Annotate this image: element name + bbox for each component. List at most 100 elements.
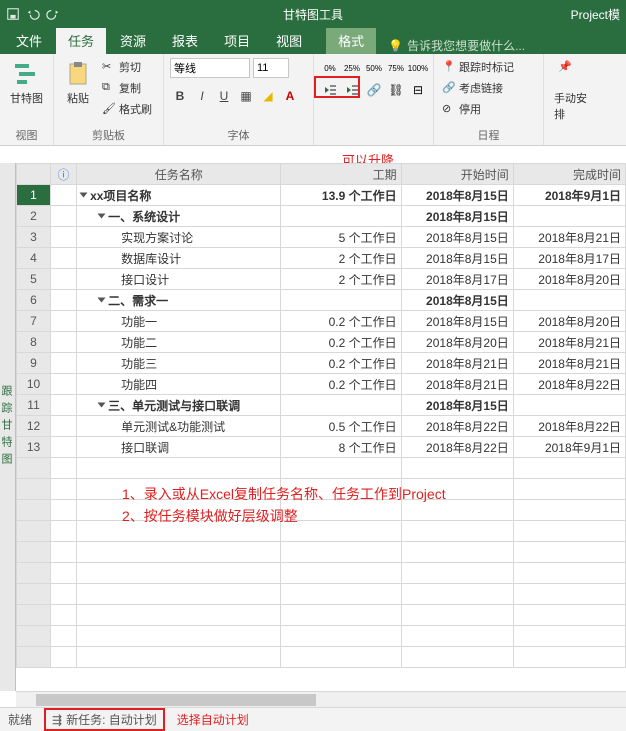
duration-cell[interactable]: 0.2 个工作日 — [281, 374, 401, 395]
col-start[interactable]: 开始时间 — [401, 164, 513, 185]
manual-schedule-button[interactable]: 📌 手动安排 — [550, 58, 594, 124]
row-number[interactable]: 11 — [17, 395, 51, 416]
gantt-chart-button[interactable]: 甘特图 — [6, 58, 47, 108]
tab-resource[interactable]: 资源 — [108, 27, 158, 54]
tell-me[interactable]: 💡 告诉我您想要做什么... — [378, 37, 535, 54]
copy-button[interactable]: ⧉复制 — [100, 79, 154, 97]
row-number[interactable]: 12 — [17, 416, 51, 437]
row-number[interactable]: 13 — [17, 437, 51, 458]
respect-links-button[interactable]: 🔗考虑链接 — [440, 79, 505, 97]
info-cell[interactable] — [51, 290, 77, 311]
task-name-cell[interactable]: 三、单元测试与接口联调 — [77, 395, 281, 416]
table-row[interactable]: 9功能三0.2 个工作日2018年8月21日2018年8月21日 — [17, 353, 626, 374]
row-number[interactable]: 5 — [17, 269, 51, 290]
info-cell[interactable] — [51, 353, 77, 374]
horizontal-scrollbar[interactable] — [16, 691, 626, 707]
italic-button[interactable]: I — [192, 86, 212, 106]
mark-on-track-button[interactable]: 📍跟踪时标记 — [440, 58, 516, 76]
undo-icon[interactable] — [26, 7, 40, 21]
start-cell[interactable]: 2018年8月20日 — [401, 332, 513, 353]
new-task-mode-button[interactable]: ⇶ 新任务: 自动计划 — [44, 708, 165, 731]
table-row[interactable]: 12单元测试&功能测试0.5 个工作日2018年8月22日2018年8月22日 — [17, 416, 626, 437]
start-cell[interactable]: 2018年8月21日 — [401, 353, 513, 374]
task-name-cell[interactable]: xx项目名称 — [77, 185, 281, 206]
table-row[interactable]: 2一、系统设计2018年8月15日 — [17, 206, 626, 227]
info-cell[interactable] — [51, 437, 77, 458]
row-number[interactable]: 7 — [17, 311, 51, 332]
start-cell[interactable]: 2018年8月22日 — [401, 416, 513, 437]
tab-format[interactable]: 格式 — [326, 27, 376, 54]
finish-cell[interactable]: 2018年8月17日 — [513, 248, 625, 269]
finish-cell[interactable]: 2018年8月22日 — [513, 416, 625, 437]
task-name-cell[interactable]: 数据库设计 — [77, 248, 281, 269]
start-cell[interactable]: 2018年8月15日 — [401, 395, 513, 416]
pct-0-button[interactable]: 0% — [320, 58, 340, 78]
task-name-cell[interactable]: 功能二 — [77, 332, 281, 353]
table-row[interactable]: 8功能二0.2 个工作日2018年8月20日2018年8月21日 — [17, 332, 626, 353]
format-painter-button[interactable]: 🖌格式刷 — [100, 100, 154, 118]
duration-cell[interactable] — [281, 395, 401, 416]
table-row[interactable] — [17, 605, 626, 626]
info-cell[interactable] — [51, 227, 77, 248]
row-number[interactable]: 6 — [17, 290, 51, 311]
start-cell[interactable]: 2018年8月21日 — [401, 374, 513, 395]
task-name-cell[interactable]: 接口设计 — [77, 269, 281, 290]
font-name-select[interactable] — [170, 58, 250, 78]
start-cell[interactable]: 2018年8月15日 — [401, 290, 513, 311]
link-button[interactable]: 🔗 — [364, 80, 384, 100]
duration-cell[interactable]: 2 个工作日 — [281, 269, 401, 290]
finish-cell[interactable] — [513, 206, 625, 227]
table-row[interactable] — [17, 584, 626, 605]
deactivate-button[interactable]: ⊘停用 — [440, 100, 483, 118]
info-cell[interactable] — [51, 248, 77, 269]
save-icon[interactable] — [6, 7, 20, 21]
duration-cell[interactable]: 8 个工作日 — [281, 437, 401, 458]
task-name-cell[interactable]: 二、需求一 — [77, 290, 281, 311]
col-duration[interactable]: 工期 — [281, 164, 401, 185]
task-name-cell[interactable]: 实现方案讨论 — [77, 227, 281, 248]
table-row[interactable]: 13接口联调8 个工作日2018年8月22日2018年9月1日 — [17, 437, 626, 458]
table-row[interactable]: 6 二、需求一 2018年8月15日 — [17, 290, 626, 311]
view-side-label[interactable]: 跟踪甘特图 — [0, 163, 16, 691]
task-name-cell[interactable]: 接口联调 — [77, 437, 281, 458]
finish-cell[interactable]: 2018年9月1日 — [513, 437, 625, 458]
duration-cell[interactable] — [281, 206, 401, 227]
start-cell[interactable]: 2018年8月15日 — [401, 227, 513, 248]
paste-button[interactable]: 粘贴 — [60, 58, 96, 108]
duration-cell[interactable]: 0.2 个工作日 — [281, 311, 401, 332]
col-rownum[interactable] — [17, 164, 51, 185]
tab-task[interactable]: 任务 — [56, 27, 106, 54]
finish-cell[interactable]: 2018年8月20日 — [513, 269, 625, 290]
pct-25-button[interactable]: 25% — [342, 58, 362, 78]
table-row[interactable]: 4数据库设计2 个工作日2018年8月15日2018年8月17日 — [17, 248, 626, 269]
row-number[interactable]: 2 — [17, 206, 51, 227]
table-row[interactable]: 11 三、单元测试与接口联调 2018年8月15日 — [17, 395, 626, 416]
start-cell[interactable]: 2018年8月17日 — [401, 269, 513, 290]
bold-button[interactable]: B — [170, 86, 190, 106]
task-name-cell[interactable]: 功能三 — [77, 353, 281, 374]
start-cell[interactable]: 2018年8月15日 — [401, 311, 513, 332]
col-info[interactable]: ⓘ — [51, 164, 77, 185]
row-number[interactable]: 10 — [17, 374, 51, 395]
tab-report[interactable]: 报表 — [160, 27, 210, 54]
finish-cell[interactable]: 2018年8月21日 — [513, 332, 625, 353]
duration-cell[interactable]: 0.2 个工作日 — [281, 353, 401, 374]
row-number[interactable]: 1 — [17, 185, 51, 206]
row-number[interactable]: 3 — [17, 227, 51, 248]
finish-cell[interactable] — [513, 395, 625, 416]
table-row[interactable] — [17, 542, 626, 563]
info-cell[interactable] — [51, 395, 77, 416]
border-button[interactable]: ▦ — [236, 86, 256, 106]
table-row[interactable] — [17, 563, 626, 584]
redo-icon[interactable] — [46, 7, 60, 21]
unlink-button[interactable]: ⛓ — [386, 80, 406, 100]
tab-project[interactable]: 项目 — [212, 27, 262, 54]
underline-button[interactable]: U — [214, 86, 234, 106]
info-cell[interactable] — [51, 185, 77, 206]
fill-color-button[interactable]: ◢ — [258, 86, 278, 106]
col-task-name[interactable]: 任务名称 — [77, 164, 281, 185]
duration-cell[interactable]: 5 个工作日 — [281, 227, 401, 248]
finish-cell[interactable] — [513, 290, 625, 311]
table-row[interactable] — [17, 458, 626, 479]
task-name-cell[interactable]: 单元测试&功能测试 — [77, 416, 281, 437]
